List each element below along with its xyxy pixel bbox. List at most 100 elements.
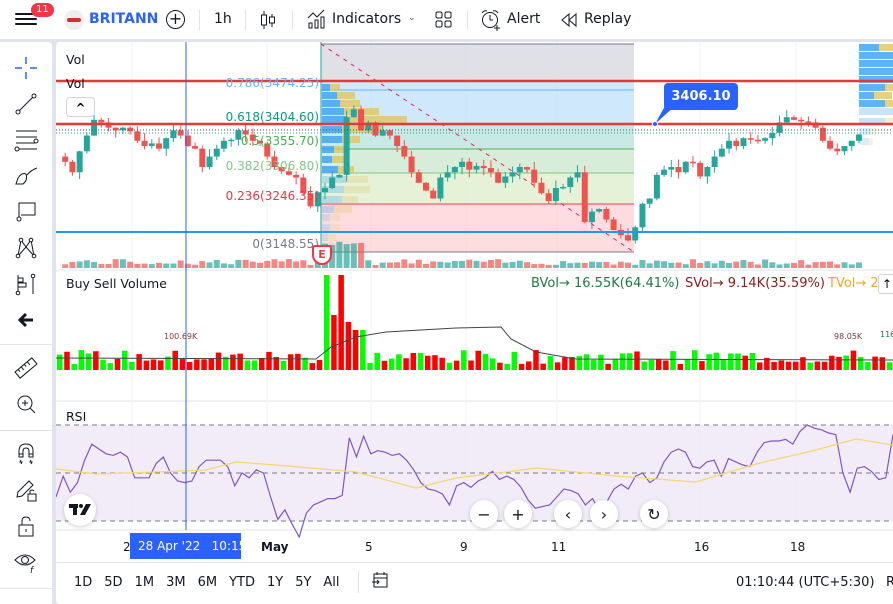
- callout-tool[interactable]: [0, 194, 52, 230]
- sell-volume-bar: [150, 359, 157, 370]
- volume-bar: [567, 263, 574, 268]
- volume-profile-bar-up: [322, 136, 342, 143]
- buy-volume-bar: [129, 361, 135, 370]
- range-1y[interactable]: 1Y: [267, 575, 283, 590]
- tradingview-logo[interactable]: [64, 494, 96, 526]
- back-arrow-icon: [17, 312, 33, 328]
- volume-profile-bar-up: [322, 92, 337, 99]
- scroll-left-button[interactable]: ‹: [554, 500, 582, 528]
- pattern-tool[interactable]: [0, 230, 52, 266]
- volume-profile-bar-up: [859, 60, 893, 67]
- hide-drawings-tool[interactable]: f: [0, 544, 52, 580]
- candle-body: [632, 227, 639, 241]
- clock-timezone[interactable]: 01:10:44 (UTC+5:30): [736, 575, 875, 590]
- volume-bar: [206, 262, 213, 268]
- candle-body: [293, 174, 300, 178]
- indicators-button[interactable]: Indicators: [332, 11, 401, 27]
- goto-date-button[interactable]: [371, 571, 389, 593]
- bsv-collapse-button[interactable]: ↑: [878, 274, 893, 294]
- volume-profile-bar-down: [340, 100, 360, 107]
- fib-retracement-tool[interactable]: [0, 122, 52, 158]
- symbol-name[interactable]: BRITANN: [89, 11, 158, 27]
- candle-body: [437, 177, 444, 199]
- compare-symbol-button[interactable]: +: [166, 10, 185, 29]
- candle-body: [480, 165, 487, 169]
- volume-bar: [552, 264, 559, 268]
- forecast-tool[interactable]: [0, 266, 52, 302]
- range-5y[interactable]: 5Y: [295, 575, 311, 590]
- volume-bar: [379, 262, 386, 268]
- range-5d[interactable]: 5D: [104, 575, 122, 590]
- candle-body: [91, 119, 98, 136]
- sell-volume-bar: [829, 355, 835, 370]
- fib-level-label: 0.786(3474.25): [225, 76, 319, 90]
- indicators-icon: [307, 8, 327, 34]
- lock-drawings-tool[interactable]: [0, 472, 52, 508]
- sell-volume-bar: [424, 355, 431, 370]
- zoom-in-tool[interactable]: [0, 386, 52, 422]
- zoom-in-button[interactable]: +: [504, 500, 532, 528]
- range-3m[interactable]: 3M: [166, 575, 186, 590]
- volume-profile-bar-up: [322, 234, 328, 241]
- interval-button[interactable]: 1h: [214, 11, 232, 27]
- sell-volume-bar: [814, 361, 821, 370]
- layouts-button[interactable]: [435, 11, 453, 33]
- trend-line-tool[interactable]: [0, 86, 52, 122]
- range-all[interactable]: All: [323, 575, 339, 590]
- volume-bar: [704, 261, 711, 268]
- replay-button[interactable]: Replay: [584, 11, 631, 27]
- buy-volume-bar: [648, 359, 655, 370]
- volume-bar: [668, 262, 675, 268]
- hide-toolbar-button[interactable]: [0, 302, 52, 338]
- volume-profile-bar-down: [344, 186, 370, 193]
- right-cut-label[interactable]: R: [886, 575, 893, 590]
- crosshair-tool[interactable]: [0, 50, 52, 86]
- collapse-legend-button[interactable]: ^: [66, 97, 95, 117]
- chart-type-button[interactable]: [259, 9, 277, 35]
- indicators-dropdown-icon[interactable]: ⌄: [408, 13, 416, 23]
- volume-profile-bar-down: [346, 176, 368, 183]
- fib-retracement-icon: [14, 130, 39, 152]
- buy-volume-bar: [251, 360, 258, 370]
- volume-bar: [834, 264, 841, 268]
- volume-profile-bar-up: [322, 108, 344, 115]
- zoom-out-button[interactable]: −: [470, 500, 498, 528]
- earnings-marker[interactable]: E: [312, 245, 332, 265]
- volume-bar: [747, 261, 754, 268]
- range-1m[interactable]: 1M: [135, 575, 155, 590]
- reset-chart-button[interactable]: ↻: [640, 500, 668, 528]
- chart-area[interactable]: Vol Vol ^ 0.786(3474.25) 0.618(3404.60) 0.…: [56, 42, 893, 604]
- volume-bar: [545, 264, 552, 268]
- volume-bar: [199, 261, 206, 268]
- alert-button[interactable]: Alert: [507, 11, 540, 27]
- sell-volume-bar: [677, 363, 684, 370]
- volume-bar: [495, 259, 502, 268]
- buy-volume-bar: [57, 354, 63, 370]
- magnet-tool[interactable]: [0, 436, 52, 472]
- volume-bar: [473, 260, 480, 268]
- volume-bar: [740, 260, 747, 268]
- fib-level-label: 0.618(3404.60): [225, 110, 319, 124]
- candle-body: [524, 167, 531, 170]
- fib-level-label: 0.236(3246.35): [225, 189, 319, 203]
- volume-bar: [76, 261, 83, 268]
- volume-bar: [754, 264, 761, 268]
- range-ytd[interactable]: YTD: [229, 575, 255, 590]
- callout-icon: [16, 202, 36, 222]
- brush-tool[interactable]: [0, 158, 52, 194]
- volume-bar: [812, 262, 819, 268]
- range-1d[interactable]: 1D: [74, 575, 92, 590]
- lock-all-tool[interactable]: [0, 508, 52, 544]
- volume-bar: [639, 259, 646, 268]
- brush-icon: [15, 167, 38, 185]
- volume-bar: [119, 259, 126, 268]
- x-axis-label: 16: [694, 540, 710, 554]
- range-6m[interactable]: 6M: [198, 575, 218, 590]
- buy-volume-bar: [121, 350, 128, 370]
- buy-volume-bar: [641, 361, 647, 370]
- chevron-right-icon: ›: [600, 504, 608, 524]
- scroll-right-button[interactable]: ›: [590, 500, 618, 528]
- measure-tool[interactable]: [0, 350, 52, 386]
- sell-volume-bar: [605, 363, 611, 370]
- candle-body: [141, 140, 148, 147]
